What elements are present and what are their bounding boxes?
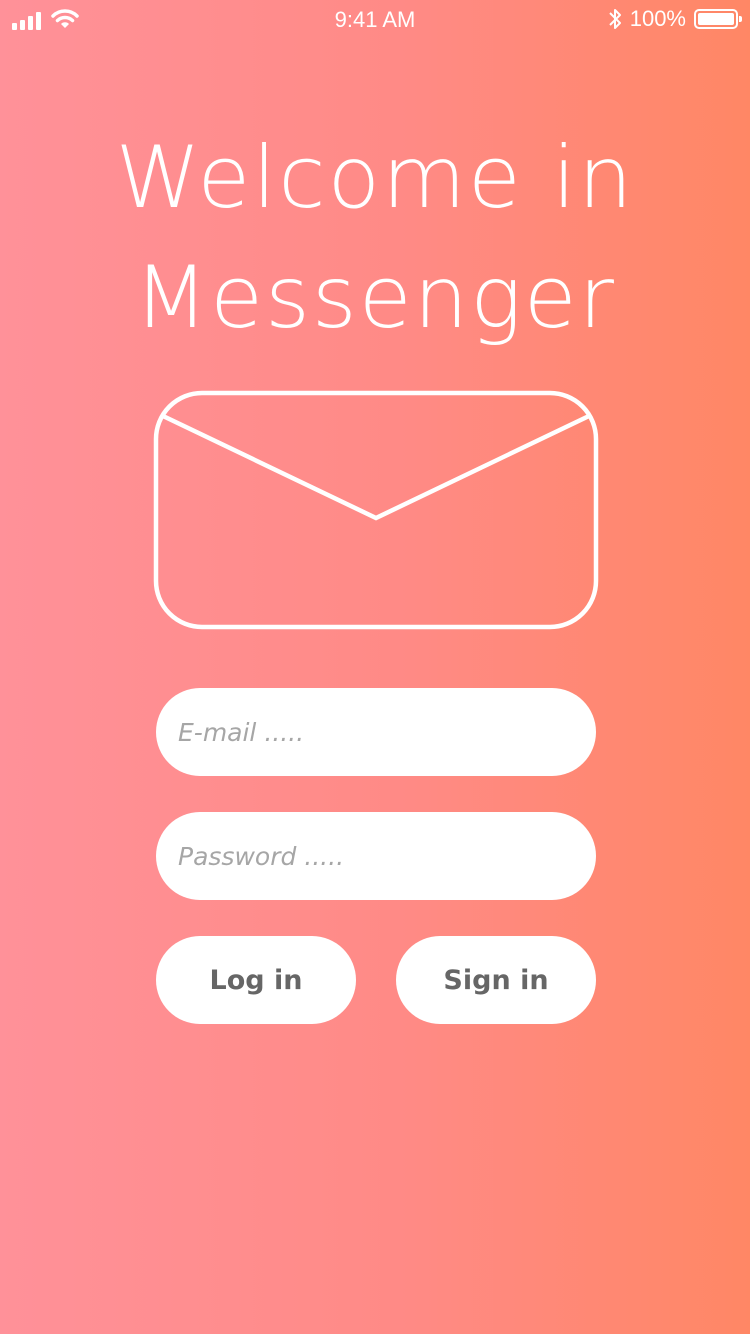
battery-percent: 100% [629,6,686,31]
signin-button[interactable]: Sign in [396,936,596,1024]
title-line-1: Welcome in [115,128,635,228]
welcome-title: Welcome in Messenger [0,118,750,358]
battery-icon [694,9,742,29]
login-button[interactable]: Log in [156,936,356,1024]
bluetooth-icon [609,9,621,29]
envelope-icon [153,390,599,630]
status-right: 100% [608,6,742,32]
password-field[interactable] [156,812,596,900]
email-input[interactable] [176,716,596,748]
password-input[interactable] [176,840,596,872]
status-bar: 9:41 AM 100% [0,0,750,40]
email-field[interactable] [156,688,596,776]
title-line-2: Messenger [133,248,616,348]
